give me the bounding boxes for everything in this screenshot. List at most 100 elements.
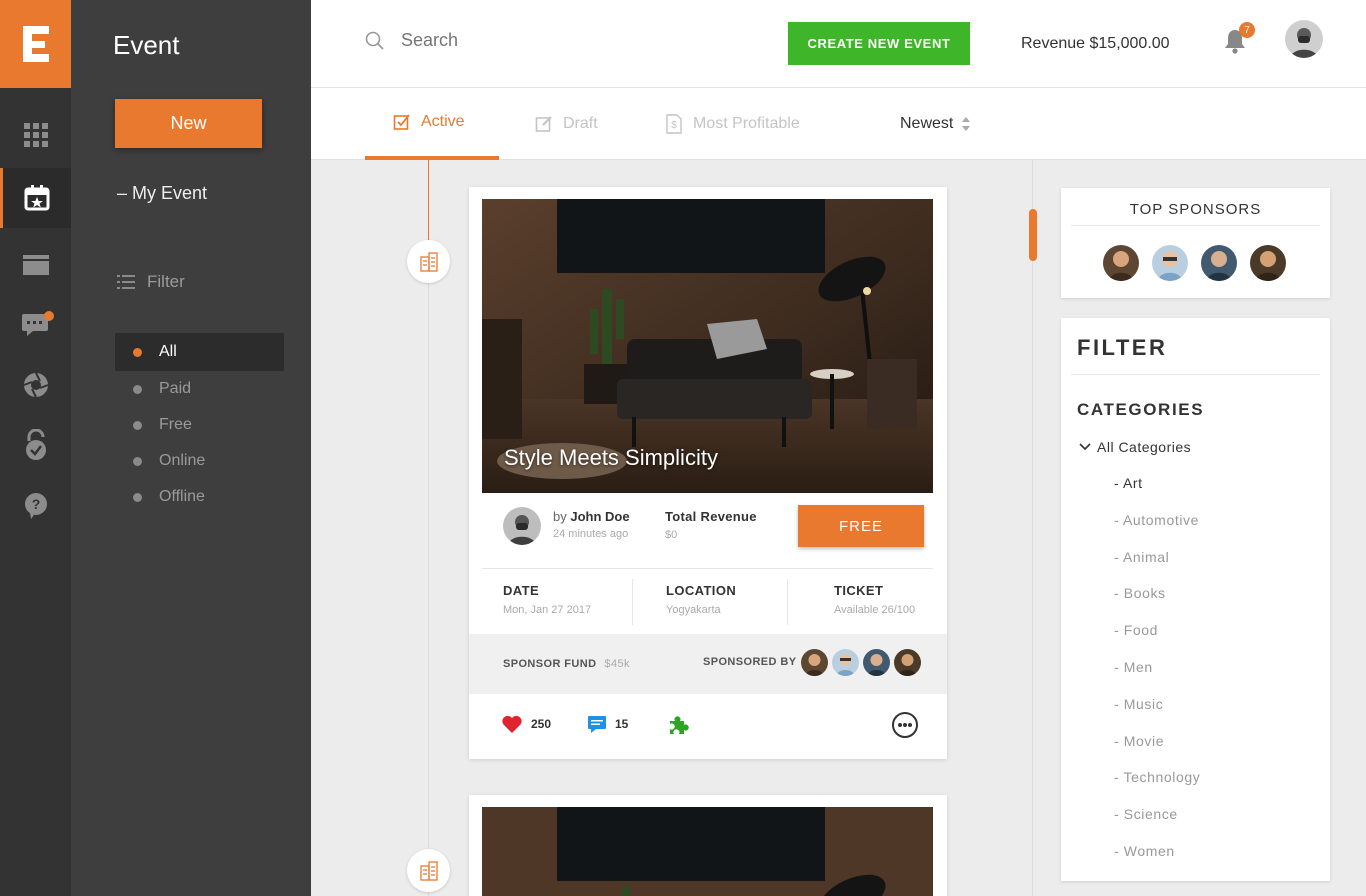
category-item-music[interactable]: - Music — [1114, 696, 1200, 733]
sidebar-filter-online[interactable]: Online — [115, 443, 284, 479]
filter-label: Offline — [159, 488, 205, 505]
icon-rail: ? — [0, 0, 71, 896]
post-time: 24 minutes ago — [553, 528, 629, 540]
timeline-progress — [428, 160, 429, 242]
tab-active[interactable]: Active — [365, 88, 499, 160]
tab-profitable-label: Most Profitable — [693, 115, 800, 132]
sidebar-filter-offline[interactable]: Offline — [115, 479, 284, 515]
calendar-star-icon[interactable] — [0, 168, 71, 228]
category-item-food[interactable]: - Food — [1114, 622, 1200, 659]
author-name[interactable]: John Doe — [570, 509, 629, 524]
date-label: DATE — [503, 583, 540, 598]
sort-label: Newest — [900, 115, 954, 132]
event-card[interactable]: Style Meets Simplicity by John Doe 24 mi… — [469, 187, 947, 759]
aperture-icon[interactable] — [0, 355, 71, 415]
like-button[interactable]: 250 — [501, 714, 551, 734]
sidebar-filter[interactable]: Filter — [117, 272, 185, 292]
event-card[interactable] — [469, 795, 947, 896]
notification-badge: 7 — [1239, 22, 1255, 38]
sponsor-avatar[interactable] — [1152, 245, 1188, 281]
card-actions: 250 15 — [469, 694, 947, 759]
filter-label: Paid — [159, 380, 192, 397]
more-horizontal-icon — [898, 723, 912, 727]
category-item-animal[interactable]: - Animal — [1114, 549, 1200, 586]
divider — [787, 579, 788, 625]
sponsor-row: SPONSOR FUND $45k SPONSORED BY — [469, 634, 947, 694]
tab-most-profitable[interactable]: $ Most Profitable — [665, 88, 800, 160]
sponsor-avatar[interactable] — [832, 649, 859, 676]
folder-icon[interactable] — [0, 234, 71, 294]
chat-badge — [44, 311, 54, 321]
divider — [1071, 225, 1320, 226]
app-logo[interactable] — [0, 0, 71, 88]
building-icon — [419, 251, 438, 272]
dollar-doc-icon: $ — [666, 114, 682, 134]
building-icon — [419, 860, 438, 881]
sponsor-avatar[interactable] — [863, 649, 890, 676]
category-item-men[interactable]: - Men — [1114, 659, 1200, 696]
event-photo[interactable] — [482, 807, 933, 896]
sponsor-fund-label: SPONSOR FUND — [503, 658, 597, 670]
help-icon[interactable]: ? — [0, 476, 71, 536]
scrollbar-thumb[interactable] — [1029, 209, 1037, 261]
tab-draft[interactable]: Draft — [535, 88, 598, 160]
total-revenue-value: $0 — [665, 529, 678, 541]
more-options-button[interactable] — [892, 712, 918, 738]
logo-e-icon — [22, 26, 49, 62]
comment-icon — [588, 716, 606, 733]
sidebar-filter-paid[interactable]: Paid — [115, 371, 284, 407]
filter-label: Free — [159, 416, 192, 433]
author-byline: by John Doe — [553, 509, 630, 524]
category-item-science[interactable]: - Science — [1114, 806, 1200, 843]
sponsor-avatars — [801, 649, 921, 676]
search-icon — [365, 31, 384, 50]
sidebar: Event New – My Event Filter All Paid Fre… — [71, 0, 311, 896]
category-item-technology[interactable]: - Technology — [1114, 769, 1200, 806]
user-avatar[interactable] — [1285, 20, 1323, 58]
sponsor-avatar[interactable] — [1103, 245, 1139, 281]
heart-icon — [502, 715, 522, 733]
tab-active-label: Active — [421, 113, 465, 130]
free-ticket-button[interactable]: FREE — [798, 505, 924, 547]
category-item-books[interactable]: - Books — [1114, 585, 1200, 622]
chat-icon[interactable] — [0, 294, 71, 354]
create-event-button[interactable]: CREATE NEW EVENT — [788, 22, 970, 65]
new-event-button[interactable]: New — [115, 99, 262, 148]
sidebar-filter-free[interactable]: Free — [115, 407, 284, 443]
search-bar — [365, 30, 701, 51]
category-item-movie[interactable]: - Movie — [1114, 733, 1200, 770]
comment-button[interactable]: 15 — [587, 714, 628, 734]
grid-icon[interactable] — [0, 105, 71, 165]
sidebar-filter-all[interactable]: All — [115, 333, 284, 371]
search-input[interactable] — [401, 30, 701, 51]
sponsor-avatar[interactable] — [1201, 245, 1237, 281]
date-value: Mon, Jan 27 2017 — [503, 604, 592, 616]
filter-dot — [133, 347, 142, 357]
sidebar-filter-list: All Paid Free Online Offline — [115, 333, 284, 515]
my-event-link[interactable]: – My Event — [117, 183, 207, 204]
check-square-icon — [393, 114, 410, 130]
category-item-automotive[interactable]: - Automotive — [1114, 512, 1200, 549]
sponsored-by-label: SPONSORED BY — [703, 656, 797, 668]
sponsor-avatar[interactable] — [894, 649, 921, 676]
edit-icon — [535, 116, 552, 132]
lock-check-icon[interactable] — [0, 415, 71, 475]
revenue-display: Revenue $15,000.00 — [1021, 35, 1170, 52]
all-categories-toggle[interactable]: All Categories — [1079, 439, 1191, 455]
event-info-row: DATE Mon, Jan 27 2017 LOCATION Yogyakart… — [482, 568, 933, 634]
puzzle-button[interactable] — [667, 714, 689, 736]
event-photo[interactable]: Style Meets Simplicity — [482, 199, 933, 493]
ticket-info: TICKET Available 26/100 — [834, 583, 915, 616]
sponsor-avatar[interactable] — [1250, 245, 1286, 281]
category-item-women[interactable]: - Women — [1114, 843, 1200, 880]
sponsor-fund: SPONSOR FUND $45k — [503, 658, 630, 670]
svg-text:$: $ — [671, 120, 677, 131]
author-avatar[interactable] — [503, 507, 541, 545]
by-label: by — [553, 509, 567, 524]
sponsor-avatar[interactable] — [801, 649, 828, 676]
event-title[interactable]: Style Meets Simplicity — [504, 445, 718, 471]
sort-dropdown[interactable]: Newest — [900, 88, 971, 160]
category-item-art[interactable]: - Art — [1114, 475, 1200, 512]
sidebar-title: Event — [113, 30, 180, 60]
event-tabs: Active Draft $ Most Profitable Newest — [311, 88, 1366, 160]
